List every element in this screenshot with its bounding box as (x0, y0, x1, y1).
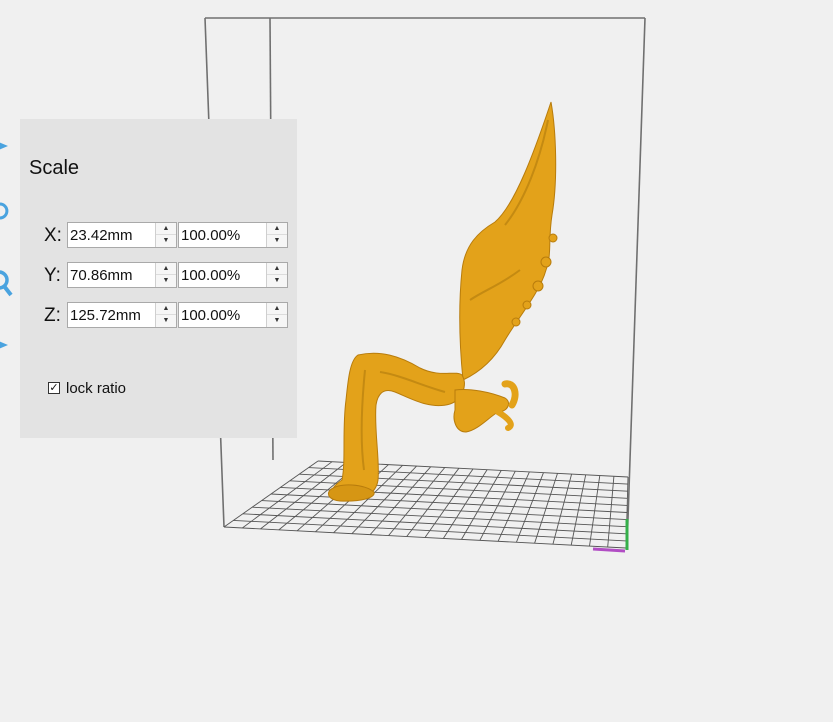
build-plate-grid (223, 460, 629, 549)
y-percent-spinbox[interactable]: ▲ ▼ (178, 262, 288, 288)
mirror-icon[interactable] (0, 336, 10, 354)
y-size-down-arrow-icon[interactable]: ▼ (156, 275, 176, 287)
y-scale-row: Y: ▲ ▼ ▲ ▼ (20, 262, 297, 290)
x-percent-arrows[interactable]: ▲ ▼ (266, 223, 287, 247)
y-size-spinbox[interactable]: ▲ ▼ (67, 262, 177, 288)
z-size-input[interactable] (68, 303, 156, 327)
z-percent-spinbox[interactable]: ▲ ▼ (178, 302, 288, 328)
checkbox-check-icon[interactable]: ✓ (48, 382, 60, 394)
y-percent-arrows[interactable]: ▲ ▼ (266, 263, 287, 287)
lock-ratio-checkbox[interactable]: ✓ lock ratio (48, 379, 126, 397)
z-size-down-arrow-icon[interactable]: ▼ (156, 315, 176, 327)
z-axis-label: Z: (44, 305, 61, 326)
y-percent-down-arrow-icon[interactable]: ▼ (267, 275, 287, 287)
y-size-arrows[interactable]: ▲ ▼ (155, 263, 176, 287)
scale-panel: Scale X: ▲ ▼ ▲ ▼ Y: ▲ ▼ (20, 119, 297, 438)
x-percent-down-arrow-icon[interactable]: ▼ (267, 235, 287, 247)
z-scale-row: Z: ▲ ▼ ▲ ▼ (20, 302, 297, 330)
y-axis-label: Y: (44, 265, 61, 286)
x-size-down-arrow-icon[interactable]: ▼ (156, 235, 176, 247)
z-size-up-arrow-icon[interactable]: ▲ (156, 303, 176, 315)
move-icon[interactable] (0, 137, 10, 155)
x-size-input[interactable] (68, 223, 156, 247)
z-percent-input[interactable] (179, 303, 267, 327)
z-percent-up-arrow-icon[interactable]: ▲ (267, 303, 287, 315)
x-size-arrows[interactable]: ▲ ▼ (155, 223, 176, 247)
z-size-arrows[interactable]: ▲ ▼ (155, 303, 176, 327)
x-size-spinbox[interactable]: ▲ ▼ (67, 222, 177, 248)
x-percent-input[interactable] (179, 223, 267, 247)
scale-icon[interactable] (0, 268, 14, 300)
y-percent-input[interactable] (179, 263, 267, 287)
z-size-spinbox[interactable]: ▲ ▼ (67, 302, 177, 328)
z-percent-arrows[interactable]: ▲ ▼ (266, 303, 287, 327)
y-size-up-arrow-icon[interactable]: ▲ (156, 263, 176, 275)
rotate-icon[interactable] (0, 202, 10, 220)
lock-ratio-label: lock ratio (66, 379, 127, 397)
x-axis-indicator (592, 547, 626, 553)
panel-title: Scale (29, 157, 80, 179)
x-scale-row: X: ▲ ▼ ▲ ▼ (20, 222, 297, 250)
y-percent-up-arrow-icon[interactable]: ▲ (267, 263, 287, 275)
x-size-up-arrow-icon[interactable]: ▲ (156, 223, 176, 235)
3d-model[interactable] (327, 101, 558, 502)
x-percent-up-arrow-icon[interactable]: ▲ (267, 223, 287, 235)
z-percent-down-arrow-icon[interactable]: ▼ (267, 315, 287, 327)
x-percent-spinbox[interactable]: ▲ ▼ (178, 222, 288, 248)
x-axis-label: X: (44, 225, 62, 246)
y-size-input[interactable] (68, 263, 156, 287)
